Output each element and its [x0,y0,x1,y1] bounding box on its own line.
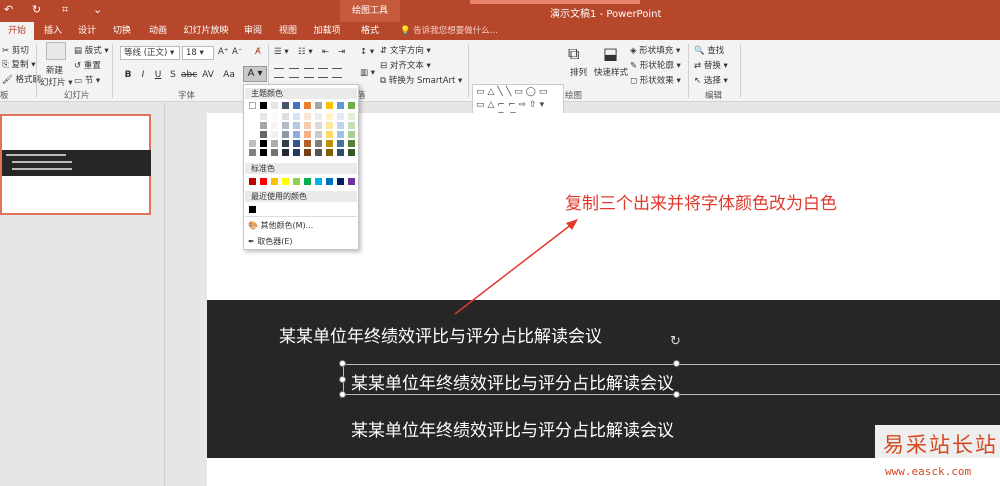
theme-color-swatch[interactable] [348,102,355,109]
arrow-line [454,223,573,315]
theme-color-shade-swatch[interactable] [337,140,344,147]
theme-color-shade-swatch[interactable] [293,149,300,156]
selection-border-bottom [343,394,1000,395]
theme-color-shade-swatch[interactable] [249,149,256,156]
theme-color-shade-swatch[interactable] [271,131,278,138]
more-colors-item[interactable]: 🎨 其他颜色(M)... [248,220,313,231]
theme-color-shade-swatch[interactable] [271,149,278,156]
font-color-dropdown: 主题颜色 标准色 最近使用的颜色 🎨 其他颜色(M)... ✒ 取色器(E) [243,84,359,250]
resize-handle[interactable] [339,391,346,398]
standard-color-swatch[interactable] [304,178,311,185]
theme-color-swatch[interactable] [271,102,278,109]
standard-color-swatch[interactable] [249,178,256,185]
theme-color-shade-swatch[interactable] [260,140,267,147]
theme-color-shade-swatch[interactable] [315,149,322,156]
theme-color-shade-swatch[interactable] [282,113,289,120]
theme-color-shade-swatch[interactable] [337,131,344,138]
theme-color-shade-swatch[interactable] [271,140,278,147]
theme-color-shade-swatch[interactable] [304,131,311,138]
theme-color-shade-swatch[interactable] [249,140,256,147]
standard-color-swatch[interactable] [348,178,355,185]
theme-color-shade-swatch[interactable] [315,113,322,120]
theme-color-shade-swatch[interactable] [282,131,289,138]
theme-color-shade-swatch[interactable] [249,131,256,138]
theme-color-swatch[interactable] [326,102,333,109]
resize-handle[interactable] [339,360,346,367]
theme-color-shade-swatch[interactable] [260,122,267,129]
theme-color-shade-swatch[interactable] [260,149,267,156]
theme-colors-heading: 主题颜色 [245,88,357,99]
watermark-line-1: 易采站长站 [883,433,998,457]
theme-color-swatch[interactable] [249,102,256,109]
selection-border-top [343,364,1000,365]
theme-color-shade-swatch[interactable] [326,149,333,156]
theme-color-shade-swatch[interactable] [326,140,333,147]
theme-color-shade-swatch[interactable] [249,113,256,120]
theme-color-shade-swatch[interactable] [326,113,333,120]
theme-color-shade-swatch[interactable] [304,149,311,156]
standard-color-swatch[interactable] [293,178,300,185]
theme-color-shade-swatch[interactable] [337,149,344,156]
theme-color-shade-swatch[interactable] [326,122,333,129]
standard-colors-heading: 标准色 [245,163,357,174]
theme-color-shade-swatch[interactable] [337,113,344,120]
theme-color-shade-swatch[interactable] [271,113,278,120]
theme-color-shade-swatch[interactable] [282,149,289,156]
theme-color-shade-swatch[interactable] [293,113,300,120]
theme-color-shade-swatch[interactable] [304,113,311,120]
resize-handle[interactable] [673,391,680,398]
theme-color-shade-swatch[interactable] [282,140,289,147]
theme-color-shade-swatch[interactable] [348,131,355,138]
theme-color-shade-swatch[interactable] [260,131,267,138]
theme-color-shade-swatch[interactable] [293,140,300,147]
theme-color-shade-swatch[interactable] [282,122,289,129]
theme-color-shade-swatch[interactable] [304,122,311,129]
rotate-handle-icon[interactable]: ↻ [670,334,681,349]
theme-color-shade-swatch[interactable] [337,122,344,129]
title-line-2[interactable]: 某某单位年终绩效评比与评分占比解读会议 [351,369,674,394]
theme-color-shade-swatch[interactable] [271,122,278,129]
theme-color-swatch[interactable] [315,102,322,109]
theme-color-shade-swatch[interactable] [348,149,355,156]
standard-color-swatch[interactable] [326,178,333,185]
standard-color-swatch[interactable] [260,178,267,185]
theme-color-shade-swatch[interactable] [293,131,300,138]
theme-color-shade-swatch[interactable] [348,122,355,129]
theme-color-shade-swatch[interactable] [348,113,355,120]
menu-divider [245,216,357,217]
theme-color-shade-swatch[interactable] [315,122,322,129]
theme-color-swatch[interactable] [282,102,289,109]
title-line-3[interactable]: 某某单位年终绩效评比与评分占比解读会议 [351,416,674,441]
resize-handle[interactable] [673,360,680,367]
theme-color-shade-swatch[interactable] [315,131,322,138]
watermark-line-2: www.easck.com [885,465,972,478]
theme-color-shade-swatch[interactable] [326,131,333,138]
resize-handle[interactable] [339,376,346,383]
standard-color-swatch[interactable] [271,178,278,185]
recent-color-swatch[interactable] [249,206,256,213]
standard-color-swatch[interactable] [315,178,322,185]
standard-color-swatch[interactable] [282,178,289,185]
theme-color-shade-swatch[interactable] [348,140,355,147]
theme-color-swatch[interactable] [304,102,311,109]
theme-color-shade-swatch[interactable] [315,140,322,147]
theme-color-swatch[interactable] [337,102,344,109]
theme-color-swatch[interactable] [293,102,300,109]
theme-color-swatch[interactable] [260,102,267,109]
arrow-head [566,219,578,230]
theme-color-shade-swatch[interactable] [304,140,311,147]
eyedropper-item[interactable]: ✒ 取色器(E) [248,236,293,247]
watermark: 易采站长站 www.easck.com [875,425,1000,486]
title-line-1[interactable]: 某某单位年终绩效评比与评分占比解读会议 [279,322,602,347]
theme-color-shade-swatch[interactable] [249,122,256,129]
theme-color-shade-swatch[interactable] [260,113,267,120]
theme-color-shade-swatch[interactable] [293,122,300,129]
standard-color-swatch[interactable] [337,178,344,185]
annotation-arrow [454,219,578,315]
recent-colors-heading: 最近使用的颜色 [245,191,357,202]
